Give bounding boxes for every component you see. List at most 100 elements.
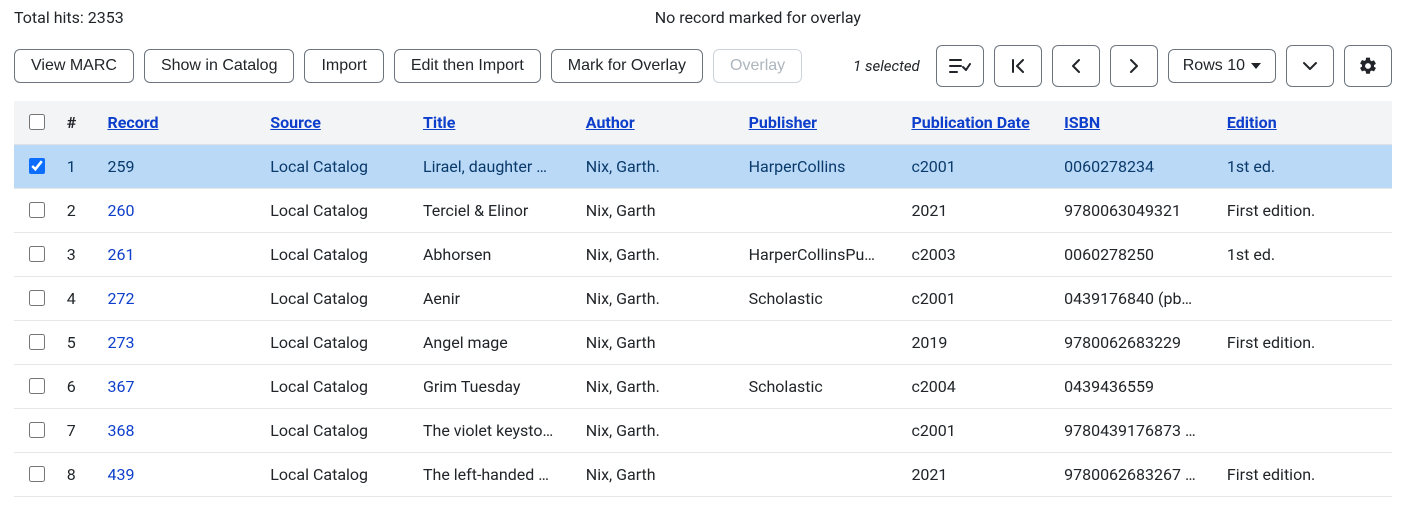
import-button[interactable]: Import: [304, 49, 383, 83]
record-link[interactable]: 273: [107, 333, 134, 352]
cell-author: Nix, Garth: [578, 321, 741, 365]
cell-publisher: Scholastic: [741, 277, 904, 321]
cell-publisher: HarperCollinsPu…: [741, 233, 904, 277]
cell-title: Grim Tuesday: [415, 365, 578, 409]
next-page-button[interactable]: [1110, 45, 1158, 87]
row-number: 3: [59, 233, 100, 277]
table-row[interactable]: 2260Local CatalogTerciel & ElinorNix, Ga…: [14, 189, 1392, 233]
overlay-button: Overlay: [713, 49, 802, 83]
cell-edition: First edition.: [1219, 321, 1392, 365]
selected-count-label: 1 selected: [853, 57, 920, 75]
select-all-checkbox[interactable]: [29, 114, 45, 130]
row-checkbox[interactable]: [29, 246, 45, 262]
rows-per-page-button[interactable]: Rows 10: [1168, 49, 1276, 83]
mark-for-overlay-button[interactable]: Mark for Overlay: [551, 49, 703, 83]
cell-edition: [1219, 277, 1392, 321]
select-visible-button[interactable]: [936, 45, 984, 87]
row-checkbox[interactable]: [29, 378, 45, 394]
first-page-icon: [1009, 57, 1027, 75]
cell-isbn: 9780062683229: [1056, 321, 1219, 365]
table-row[interactable]: 3261Local CatalogAbhorsenNix, Garth.Harp…: [14, 233, 1392, 277]
cell-publisher: HarperCollins: [741, 145, 904, 189]
column-isbn[interactable]: ISBN: [1064, 113, 1100, 132]
table-row[interactable]: 7 368 Local CatalogThe violet keysto…Nix, …: [14, 409, 1392, 453]
row-number: 8: [59, 453, 100, 497]
cell-title: Abhorsen: [415, 233, 578, 277]
first-page-button[interactable]: [994, 45, 1042, 87]
table-row[interactable]: 5273Local CatalogAngel mageNix, Garth201…: [14, 321, 1392, 365]
cell-edition: First edition.: [1219, 453, 1392, 497]
caret-down-icon: [1251, 63, 1261, 69]
row-checkbox[interactable]: [29, 422, 45, 438]
row-checkbox[interactable]: [29, 334, 45, 350]
row-checkbox[interactable]: [29, 202, 45, 218]
record-link[interactable]: 439: [107, 465, 134, 484]
cell-pub-date: c2003: [903, 233, 1056, 277]
list-check-icon: [949, 57, 971, 75]
cell-isbn: 0439436559: [1056, 365, 1219, 409]
cell-publisher: [741, 409, 904, 453]
row-checkbox[interactable]: [29, 290, 45, 306]
rows-per-page-label: Rows 10: [1183, 57, 1245, 75]
cell-pub-date: c2004: [903, 365, 1056, 409]
cell-pub-date: 2021: [903, 189, 1056, 233]
view-marc-button[interactable]: View MARC: [14, 49, 134, 83]
chevron-down-icon: [1301, 59, 1319, 73]
record-link[interactable]: 272: [107, 289, 134, 308]
cell-author: Nix, Garth.: [578, 409, 741, 453]
table-row[interactable]: 6 367 Local CatalogGrim TuesdayNix, Garth.…: [14, 365, 1392, 409]
cell-title: The left-handed …: [415, 453, 578, 497]
cell-source: Local Catalog: [262, 453, 415, 497]
cell-author: Nix, Garth: [578, 189, 741, 233]
cell-title: Lirael, daughter …: [415, 145, 578, 189]
column-author[interactable]: Author: [586, 113, 635, 132]
prev-page-button[interactable]: [1052, 45, 1100, 87]
row-number: 4: [59, 277, 100, 321]
gear-icon: [1358, 56, 1378, 76]
record-link[interactable]: 261: [107, 245, 134, 264]
cell-edition: 1st ed.: [1219, 233, 1392, 277]
cell-author: Nix, Garth.: [578, 145, 741, 189]
cell-source: Local Catalog: [262, 365, 415, 409]
column-record[interactable]: Record: [107, 113, 158, 132]
show-in-catalog-button[interactable]: Show in Catalog: [144, 49, 295, 83]
edit-then-import-button[interactable]: Edit then Import: [394, 49, 541, 83]
cell-author: Nix, Garth.: [578, 365, 741, 409]
cell-source: Local Catalog: [262, 409, 415, 453]
table-row[interactable]: 8 439 Local CatalogThe left-handed …Nix, G…: [14, 453, 1392, 497]
cell-isbn: 0060278234: [1056, 145, 1219, 189]
column-publisher[interactable]: Publisher: [749, 113, 817, 132]
cell-author: Nix, Garth: [578, 453, 741, 497]
cell-source: Local Catalog: [262, 145, 415, 189]
total-hits-label: Total hits: 2353: [14, 8, 124, 27]
cell-publisher: [741, 321, 904, 365]
cell-isbn: 0439176840 (pb…: [1056, 277, 1219, 321]
record-link[interactable]: 367: [107, 377, 134, 396]
cell-isbn: 9780439176873 …: [1056, 409, 1219, 453]
column-pub-date[interactable]: Publication Date: [911, 113, 1029, 132]
chevron-right-icon: [1127, 57, 1141, 75]
column-edition[interactable]: Edition: [1227, 113, 1277, 132]
cell-edition: 1st ed.: [1219, 145, 1392, 189]
row-number: 7: [59, 409, 100, 453]
cell-edition: [1219, 365, 1392, 409]
row-checkbox[interactable]: [29, 466, 45, 482]
settings-button[interactable]: [1344, 45, 1392, 87]
cell-title: The violet keysto…: [415, 409, 578, 453]
expand-button[interactable]: [1286, 45, 1334, 87]
table-row[interactable]: 4272Local CatalogAenirNix, Garth.Scholas…: [14, 277, 1392, 321]
column-source[interactable]: Source: [270, 113, 321, 132]
cell-source: Local Catalog: [262, 189, 415, 233]
column-number: #: [59, 101, 100, 145]
row-number: 6: [59, 365, 100, 409]
cell-pub-date: c2001: [903, 277, 1056, 321]
column-title[interactable]: Title: [423, 113, 455, 132]
record-link[interactable]: 260: [107, 201, 134, 220]
row-checkbox[interactable]: [29, 158, 45, 174]
record-link[interactable]: 368: [107, 421, 134, 440]
cell-source: Local Catalog: [262, 277, 415, 321]
record-link[interactable]: 259: [107, 157, 134, 176]
chevron-left-icon: [1069, 57, 1083, 75]
cell-source: Local Catalog: [262, 321, 415, 365]
table-row[interactable]: 1259Local CatalogLirael, daughter …Nix, …: [14, 145, 1392, 189]
